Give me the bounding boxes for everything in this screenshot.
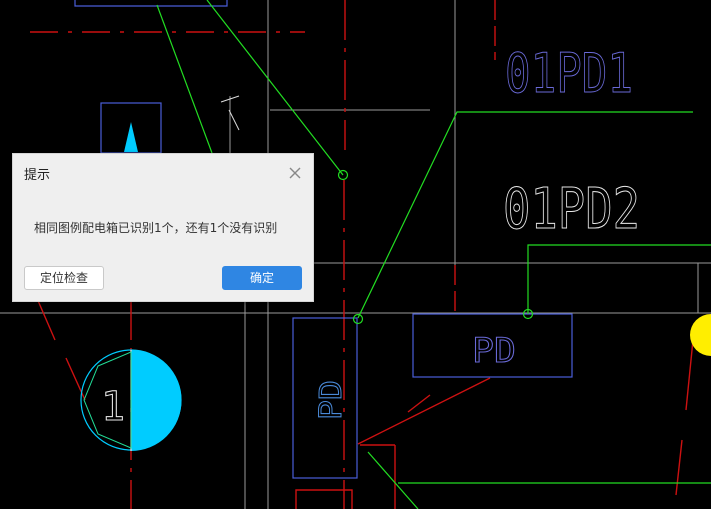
prompt-dialog: 提示 相同图例配电箱已识别1个，还有1个没有识别 定位检查 确定 xyxy=(12,153,314,302)
distribution-box-symbol: 1 xyxy=(80,349,182,451)
pd-box-label-vertical: PD xyxy=(314,380,349,420)
circle-number-label: 1 xyxy=(101,384,125,430)
panel-code-label-1: 01PD1 xyxy=(505,42,633,105)
confirm-button[interactable]: 确定 xyxy=(222,266,302,290)
close-icon[interactable] xyxy=(288,166,302,180)
cyan-triangle-marker xyxy=(124,122,138,152)
dialog-message: 相同图例配电箱已识别1个，还有1个没有识别 xyxy=(34,221,278,235)
panel-code-label-2: 01PD2 xyxy=(503,177,640,242)
leader-node xyxy=(352,313,364,325)
yellow-marker xyxy=(690,314,711,356)
locate-check-button[interactable]: 定位检查 xyxy=(24,266,104,290)
pd-box-label-horizontal: PD xyxy=(472,331,516,371)
dialog-title: 提示 xyxy=(24,168,51,183)
